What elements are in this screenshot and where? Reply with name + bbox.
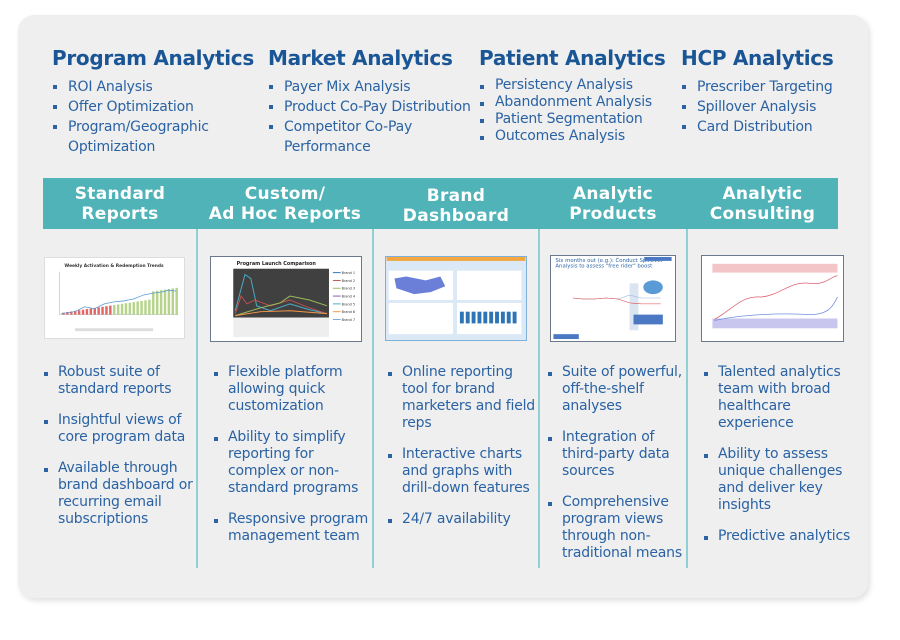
list-item: Product Co-Pay Distribution bbox=[268, 97, 471, 117]
legend-entry: Brand 7 bbox=[342, 318, 355, 322]
list-item: Online reporting tool for brand marketer… bbox=[387, 364, 537, 432]
column-divider bbox=[538, 229, 540, 568]
legend-entry: Brand 1 bbox=[342, 271, 355, 275]
list-item: 24/7 availability bbox=[387, 511, 537, 528]
list-item: Outcomes Analysis bbox=[479, 128, 666, 145]
list-item: Integration of third-party data sources bbox=[547, 429, 687, 480]
thumb-title: Weekly Activation & Redemption Trends bbox=[64, 263, 164, 269]
standard-reports-bullets: Robust suite of standard reports Insight… bbox=[43, 364, 193, 542]
list-item: Abandonment Analysis bbox=[479, 94, 666, 111]
hcp-analytics-section: HCP Analytics Prescriber Targeting Spillo… bbox=[681, 46, 834, 137]
header-brand-dashboard: Brand Dashboard bbox=[402, 185, 510, 226]
header-custom-reports: Custom/Ad Hoc Reports bbox=[208, 183, 362, 224]
column-divider bbox=[372, 229, 374, 568]
list-item: Interactive charts and graphs with drill… bbox=[387, 446, 537, 497]
legend-entry: Brand 5 bbox=[342, 302, 355, 306]
thumb-title: Program Launch Comparison bbox=[237, 261, 317, 267]
list-item: Insightful views of core program data bbox=[43, 412, 193, 446]
header-analytic-consulting: Analytic Consulting bbox=[709, 183, 816, 224]
list-item: Program/Geographic Optimization bbox=[52, 117, 222, 157]
section-title: Program Analytics bbox=[52, 46, 254, 70]
legend-entry: Brand 6 bbox=[342, 310, 355, 314]
list-item: Offer Optimization bbox=[52, 97, 254, 117]
list-item: Competitor Co-Pay Performance bbox=[268, 117, 438, 157]
list-item: Flexible platform allowing quick customi… bbox=[213, 364, 371, 415]
header-analytic-products: Analytic Products bbox=[569, 183, 657, 224]
column-divider bbox=[196, 229, 198, 568]
section-title: Market Analytics bbox=[268, 46, 453, 70]
list-item: Spillover Analysis bbox=[681, 97, 833, 117]
list-item: Payer Mix Analysis bbox=[268, 77, 471, 97]
list-item: Comprehensive program views through non-… bbox=[547, 494, 687, 562]
list-item: Responsive program management team bbox=[213, 511, 371, 545]
list-item: Card Distribution bbox=[681, 117, 833, 137]
analytic-products-bullets: Suite of powerful, off-the-shelf analyse… bbox=[547, 364, 687, 576]
program-analytics-section: Program Analytics ROI Analysis Offer Opti… bbox=[52, 46, 254, 157]
legend-entry: Brand 3 bbox=[342, 287, 355, 291]
list-item: Talented analytics team with broad healt… bbox=[703, 364, 858, 432]
weekly-trends-thumbnail: Weekly Activation & Redemption Trends bbox=[44, 257, 185, 339]
section-title: HCP Analytics bbox=[681, 46, 834, 70]
section-title: Patient Analytics bbox=[479, 46, 666, 70]
list-item: Predictive analytics bbox=[703, 528, 858, 545]
header-standard-reports: Standard Reports bbox=[74, 183, 166, 224]
offerings-header-band: Standard Reports Custom/Ad Hoc Reports Br… bbox=[43, 178, 838, 229]
predictive-analytics-thumbnail bbox=[701, 255, 844, 342]
brand-dashboard-bullets: Online reporting tool for brand marketer… bbox=[387, 364, 537, 542]
spillover-analysis-thumbnail: Six months out (e.g.): Conduct Spillover… bbox=[550, 255, 676, 342]
list-item: Available through brand dashboard or rec… bbox=[43, 460, 193, 528]
patient-analytics-section: Patient Analytics Persistency Analysis Ab… bbox=[479, 46, 666, 145]
brand-dashboard-thumbnail bbox=[385, 256, 527, 341]
list-item: Prescriber Targeting bbox=[681, 77, 833, 97]
list-item: ROI Analysis bbox=[52, 77, 254, 97]
list-item: Patient Segmentation bbox=[479, 111, 666, 128]
list-item: Suite of powerful, off-the-shelf analyse… bbox=[547, 364, 687, 415]
market-analytics-section: Market Analytics Payer Mix Analysis Produ… bbox=[268, 46, 471, 157]
legend-entry: Brand 4 bbox=[342, 295, 355, 299]
custom-reports-bullets: Flexible platform allowing quick customi… bbox=[213, 364, 371, 559]
list-item: Persistency Analysis bbox=[479, 77, 666, 94]
analytic-consulting-bullets: Talented analytics team with broad healt… bbox=[703, 364, 858, 559]
list-item: Ability to assess unique challenges and … bbox=[703, 446, 858, 514]
launch-comparison-thumbnail: Program Launch Comparison Brand 1 Brand 2… bbox=[210, 256, 362, 342]
legend-entry: Brand 2 bbox=[342, 279, 355, 283]
list-item: Ability to simplify reporting for comple… bbox=[213, 429, 371, 497]
list-item: Robust suite of standard reports bbox=[43, 364, 193, 398]
